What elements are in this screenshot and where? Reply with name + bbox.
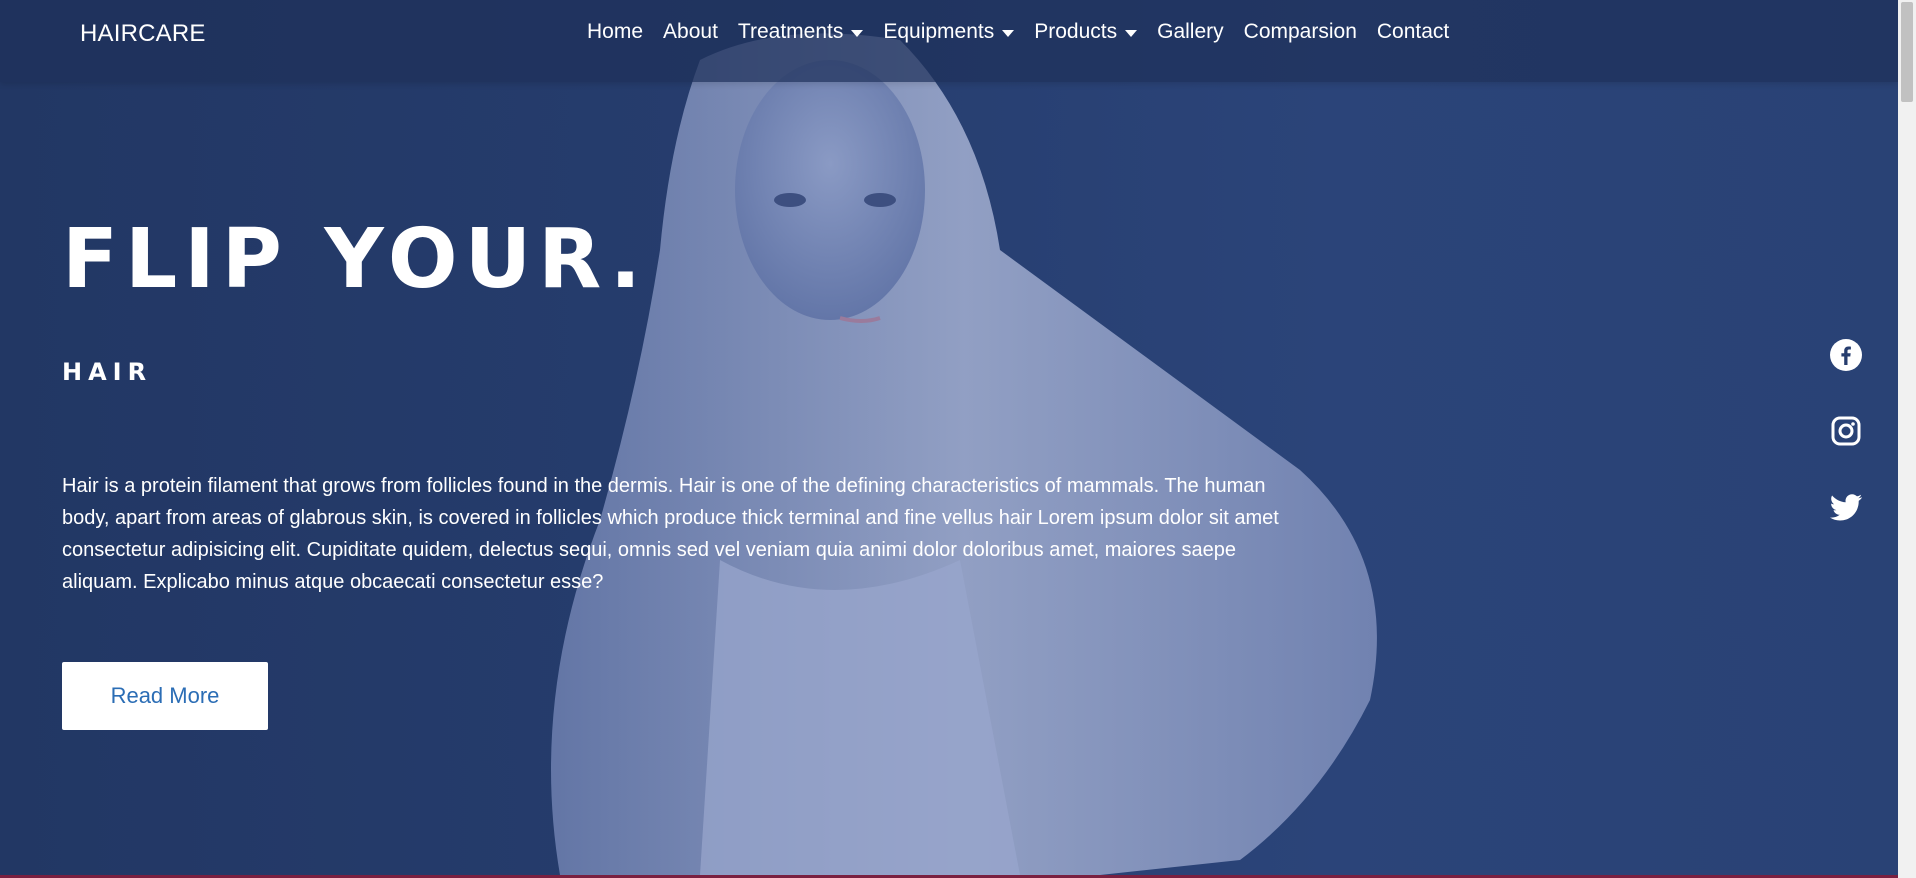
nav-equipments-label: Equipments [883, 20, 995, 43]
nav-home-label: Home [587, 20, 644, 43]
nav-about[interactable]: About [653, 20, 728, 44]
hero-subtitle: HAIR [62, 358, 153, 386]
caret-down-icon [1002, 29, 1015, 37]
hero-background-image [551, 33, 1377, 875]
caret-down-icon [851, 29, 864, 37]
nav-gallery[interactable]: Gallery [1147, 20, 1234, 44]
nav-products-dropdown[interactable]: Products [1024, 20, 1147, 44]
nav-treatments-label: Treatments [737, 20, 844, 43]
caret-down-icon [1125, 29, 1138, 37]
page-scrollbar[interactable] [1898, 0, 1916, 878]
scrollbar-thumb[interactable] [1901, 2, 1913, 102]
nav-contact-label: Contact [1376, 20, 1450, 43]
hero-title: FLIP YOUR. [62, 212, 648, 307]
main-nav: Home About Treatments Equipments Product… [577, 20, 1459, 44]
hero-description: Hair is a protein filament that grows fr… [62, 475, 1279, 593]
nav-equipments-dropdown[interactable]: Equipments [873, 20, 1024, 44]
brand-logo[interactable]: HAIRCARE [80, 20, 206, 48]
facebook-icon[interactable] [1828, 337, 1864, 373]
top-navbar: HAIRCARE Home About Treatments Equipment… [0, 0, 1898, 82]
twitter-icon[interactable] [1828, 490, 1864, 526]
nav-treatments-dropdown[interactable]: Treatments [728, 20, 873, 44]
instagram-icon[interactable] [1828, 413, 1864, 449]
nav-contact[interactable]: Contact [1367, 20, 1459, 44]
hero-section [0, 0, 1898, 875]
nav-home[interactable]: Home [577, 20, 653, 44]
nav-products-label: Products [1034, 20, 1118, 43]
read-more-button[interactable]: Read More [62, 662, 268, 730]
nav-comparsion-label: Comparsion [1243, 20, 1357, 43]
nav-comparsion[interactable]: Comparsion [1234, 20, 1367, 44]
nav-about-label: About [663, 20, 718, 43]
nav-gallery-label: Gallery [1157, 20, 1224, 43]
